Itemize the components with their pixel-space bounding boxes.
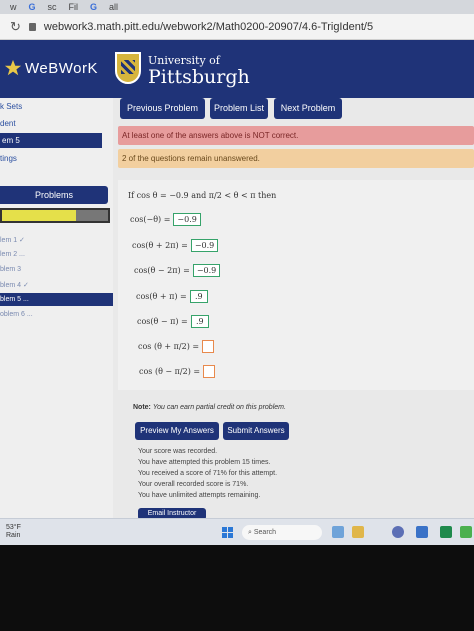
- taskbar: 53°F Rain ⌕ Search: [0, 518, 474, 545]
- status-message: Your score was recorded.: [138, 448, 218, 455]
- question-expression: cos (θ + π/2) =: [138, 342, 200, 351]
- sidebar-item-trigident[interactable]: dent: [0, 119, 16, 128]
- preview-answers-button[interactable]: Preview My Answers: [135, 422, 219, 440]
- question-row: cos(θ + 2π) = −0.9: [132, 239, 219, 252]
- status-message: You have attempted this problem 15 times…: [138, 459, 271, 466]
- partial-credit-note: Note: You can earn partial credit on thi…: [133, 404, 286, 411]
- note-text: You can earn partial credit on this prob…: [152, 404, 286, 411]
- browser-tabbar: w G sc Fil G all: [0, 0, 474, 14]
- problem-list-item-active[interactable]: blem 5 ...: [0, 293, 117, 306]
- status-message: You received a score of 71% for this att…: [138, 470, 278, 477]
- site-header: WeBWorK University of Pittsburgh: [0, 40, 474, 98]
- question-row: cos(θ − π) = .9: [137, 315, 209, 328]
- problem-list-item[interactable]: oblem 6 ...: [0, 311, 33, 318]
- app-icon[interactable]: [392, 526, 404, 538]
- reload-icon[interactable]: ↻: [10, 19, 21, 35]
- progress-partial-fill: [2, 210, 76, 221]
- question-expression: cos(θ − 2π) =: [134, 266, 190, 275]
- problem-body: If cos θ = −0.9 and π/2 < θ < π then cos…: [118, 180, 474, 390]
- excel-icon[interactable]: [440, 526, 452, 538]
- question-row: cos(−θ) = −0.9: [130, 213, 201, 226]
- sidebar-item-settings[interactable]: tings: [0, 154, 17, 163]
- app-icon[interactable]: [416, 526, 428, 538]
- browser-tab[interactable]: sc: [44, 1, 61, 13]
- browser-tab[interactable]: w: [6, 1, 21, 13]
- problem-statement: If cos θ = −0.9 and π/2 < θ < π then: [128, 191, 276, 200]
- browser-tab[interactable]: Fil: [65, 1, 83, 13]
- previous-problem-button[interactable]: Previous Problem: [120, 98, 205, 119]
- intro-if: If: [128, 191, 135, 200]
- note-label: Note:: [133, 404, 151, 411]
- app-icon[interactable]: [352, 526, 364, 538]
- lock-icon[interactable]: [28, 22, 36, 31]
- taskbar-search-placeholder: Search: [253, 529, 277, 536]
- intro-range: π/2 < θ < π: [208, 191, 256, 200]
- webwork-star-icon: [4, 59, 22, 76]
- url-text[interactable]: webwork3.math.pitt.edu/webwork2/Math0200…: [44, 21, 373, 33]
- progress-bar: [0, 208, 110, 223]
- answer-input[interactable]: −0.9: [190, 239, 219, 252]
- problem-list-item[interactable]: blem 4 ✓: [0, 281, 29, 289]
- question-row: cos(θ + π) = .9: [136, 290, 208, 303]
- university-name: Pittsburgh: [148, 66, 250, 88]
- answer-input[interactable]: −0.9: [192, 264, 221, 277]
- problem-list-item[interactable]: blem 3: [0, 266, 21, 273]
- browser-tab[interactable]: all: [105, 1, 122, 13]
- weather-temperature: 53°F: [6, 524, 21, 531]
- intro-condition: cos θ = −0.9 and: [136, 191, 207, 200]
- app-icon[interactable]: [332, 526, 344, 538]
- answer-input[interactable]: [202, 340, 215, 353]
- weather-condition: Rain: [6, 532, 21, 539]
- submit-answers-button[interactable]: Submit Answers: [223, 422, 289, 440]
- taskbar-search[interactable]: ⌕ Search: [242, 525, 322, 540]
- answer-input[interactable]: −0.9: [173, 213, 201, 226]
- weather-widget[interactable]: 53°F Rain: [6, 524, 21, 540]
- problem-list-item[interactable]: lem 2 ...: [0, 251, 25, 258]
- address-bar[interactable]: ↻ webwork3.math.pitt.edu/webwork2/Math02…: [0, 14, 474, 40]
- question-row: cos(θ − 2π) = −0.9: [134, 264, 221, 277]
- windows-start-icon[interactable]: [222, 527, 233, 538]
- next-problem-button[interactable]: Next Problem: [274, 98, 342, 119]
- answer-input[interactable]: [203, 365, 216, 378]
- question-expression: cos(θ + 2π) =: [132, 241, 188, 250]
- problems-header: Problems: [0, 186, 108, 204]
- sidebar-item-homework-sets[interactable]: k Sets: [0, 102, 22, 111]
- answer-input[interactable]: .9: [190, 315, 209, 328]
- sidebar-item-problem-5[interactable]: em 5: [0, 133, 102, 148]
- incorrect-alert: At least one of the answers above is NOT…: [118, 126, 474, 145]
- unanswered-alert: 2 of the questions remain unanswered.: [118, 149, 474, 168]
- intro-then: then: [258, 191, 277, 200]
- screen: w G sc Fil G all ↻ webwork3.math.pitt.ed…: [0, 0, 474, 545]
- question-expression: cos(θ − π) =: [137, 317, 188, 326]
- problem-list-item[interactable]: lem 1 ✓: [0, 236, 25, 244]
- webwork-logo[interactable]: WeBWorK: [4, 59, 98, 77]
- status-message: Your overall recorded score is 71%.: [138, 481, 249, 488]
- sidebar: k Sets dent em 5 tings Problems lem 1 ✓ …: [0, 98, 117, 518]
- main-content: Previous Problem Problem List Next Probl…: [113, 98, 474, 520]
- browser-tab[interactable]: G: [86, 1, 101, 13]
- pitt-seal-icon: [115, 52, 141, 84]
- question-row: cos (θ − π/2) =: [139, 365, 216, 378]
- question-expression: cos (θ − π/2) =: [139, 367, 201, 376]
- question-row: cos (θ + π/2) =: [138, 340, 215, 353]
- app-icon[interactable]: [460, 526, 472, 538]
- webwork-logo-text: WeBWorK: [25, 59, 98, 77]
- problem-list-button[interactable]: Problem List: [210, 98, 268, 119]
- question-expression: cos(θ + π) =: [136, 292, 187, 301]
- status-message: You have unlimited attempts remaining.: [138, 492, 261, 499]
- question-expression: cos(−θ) =: [130, 215, 171, 224]
- browser-tab[interactable]: G: [25, 1, 40, 13]
- answer-input[interactable]: .9: [189, 290, 208, 303]
